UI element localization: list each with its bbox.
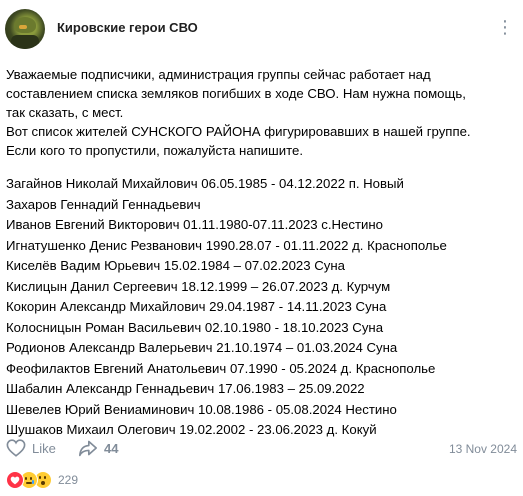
post-intro: Уважаемые подписчики, администрация груп… — [6, 65, 518, 160]
share-button[interactable]: 44 — [78, 439, 118, 457]
list-item: Загайнов Николай Михайлович 06.05.1985 -… — [6, 176, 404, 191]
list-item: Колосницын Роман Васильевич 02.10.1980 -… — [6, 319, 384, 335]
list-item: Шабалин Александр Геннадьевич 17.06.1983… — [6, 381, 365, 396]
more-icon: ⋮ — [496, 17, 514, 37]
share-icon — [79, 440, 97, 457]
share-count: 44 — [104, 440, 119, 456]
intro-line: Уважаемые подписчики, администрация груп… — [6, 67, 431, 82]
list-item: Кокорин Александр Михайлович 29.04.1987 … — [6, 299, 387, 314]
heart-outline-icon — [6, 439, 26, 457]
intro-line: составлением списка земляков погибших в … — [6, 86, 466, 101]
reactions-summary[interactable]: 229 — [6, 470, 78, 490]
like-button[interactable]: Like — [6, 439, 56, 457]
intro-line: Если кого то пропустили, пожалуйста напи… — [6, 143, 303, 158]
post-header: Кировские герои СВО ⋮ — [0, 0, 523, 56]
more-options-button[interactable]: ⋮ — [496, 17, 514, 37]
list-item: Киселёв Вадим Юрьевич 15.02.1984 – 07.02… — [6, 258, 345, 273]
post-actions: Like 44 13 Nov 2024 — [6, 437, 518, 461]
list-item: Феофилактов Евгений Анатольевич 07.1990 … — [6, 360, 436, 376]
list-item: Иванов Евгений Викторович 01.11.1980-07.… — [6, 217, 384, 232]
heart-reaction-icon — [6, 471, 24, 489]
list-item: Кислицын Данил Сергеевич 18.12.1999 – 26… — [6, 278, 391, 294]
group-name[interactable]: Кировские герои СВО — [57, 20, 198, 35]
names-list: Загайнов Николай Михайлович 06.05.1985 -… — [6, 174, 518, 441]
list-item: Родионов Александр Валерьевич 21.10.1974… — [6, 340, 398, 355]
post-date[interactable]: 13 Nov 2024 — [449, 442, 517, 456]
post-text: Уважаемые подписчики, администрация груп… — [6, 65, 518, 441]
like-label: Like — [32, 440, 56, 456]
list-item: Захаров Геннадий Геннадьевич — [6, 196, 201, 212]
intro-line: Вот список жителей СУНСКОГО РАЙОНА фигур… — [6, 124, 471, 139]
avatar[interactable] — [5, 9, 45, 49]
intro-line: так сказать, с мест. — [6, 105, 124, 120]
reactions-count: 229 — [58, 473, 79, 487]
list-item: Шевелев Юрий Вениаминович 10.08.1986 - 0… — [6, 401, 397, 417]
list-item: Игнатушенко Денис Резванович 1990.28.07 … — [6, 237, 447, 253]
